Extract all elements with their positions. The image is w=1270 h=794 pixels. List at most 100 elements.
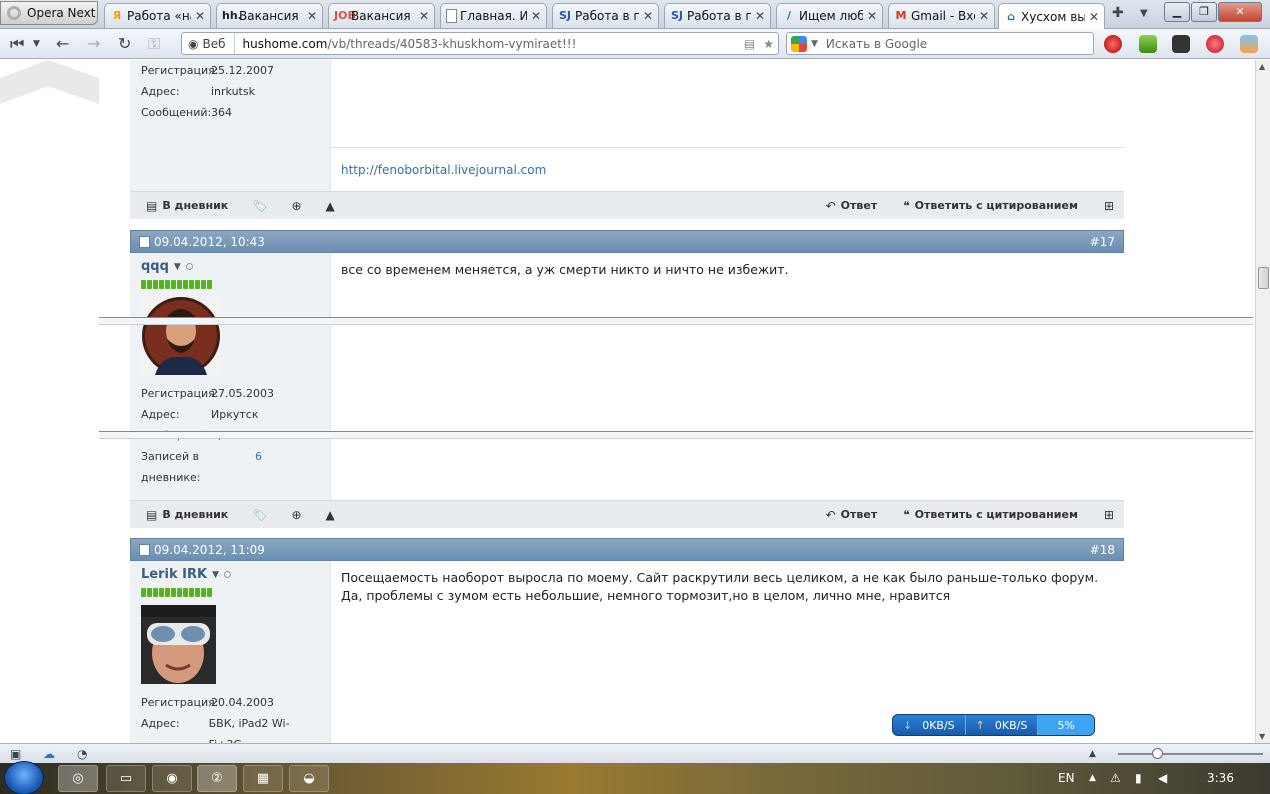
- tab-label: Работа в го...: [575, 9, 639, 23]
- forward-icon[interactable]: →: [87, 34, 100, 53]
- taskbar-explorer-button[interactable]: ▭: [106, 765, 146, 792]
- report-icon[interactable]: ▲: [326, 199, 335, 213]
- post-number-link[interactable]: #17: [1090, 235, 1115, 249]
- user-menu-caret-icon[interactable]: ▼: [174, 262, 181, 272]
- zoom-menu-icon[interactable]: ▲: [1089, 749, 1096, 759]
- signature-link[interactable]: http://fenoborbital.livejournal.com: [341, 161, 546, 179]
- multiquote-icon[interactable]: ⊞: [1104, 508, 1114, 522]
- tab-4[interactable]: Главная. И... ✕: [440, 3, 547, 28]
- history-dropdown-icon[interactable]: ▼: [33, 39, 40, 49]
- language-indicator[interactable]: EN: [1058, 771, 1075, 785]
- adblock-icon[interactable]: [1104, 35, 1122, 53]
- address-mode[interactable]: ◉ Веб: [182, 33, 235, 54]
- username-link[interactable]: qqq ▼: [141, 259, 319, 274]
- reply-quote-button[interactable]: ❝ Ответить с цитированием: [903, 199, 1078, 213]
- panel-toggle-icon[interactable]: ▣: [10, 747, 21, 761]
- tab-close-icon[interactable]: ✕: [643, 9, 653, 23]
- search-field[interactable]: ▼ Искать в Google: [786, 32, 1094, 55]
- tab-close-icon[interactable]: ✕: [195, 9, 205, 23]
- scroll-up-arrow-icon[interactable]: ▲: [1259, 62, 1265, 71]
- opera-icon: ◎: [72, 771, 84, 786]
- reload-icon[interactable]: ↻: [118, 34, 131, 53]
- back-icon[interactable]: ←: [56, 34, 69, 53]
- start-button[interactable]: [4, 761, 44, 794]
- minimize-button[interactable]: ▁: [1164, 2, 1190, 22]
- tab-9[interactable]: ⌂ Хусхом вы... ✕: [998, 3, 1105, 29]
- speed-dial-icon[interactable]: ◔: [77, 747, 87, 761]
- user-reg-row: Регистрация: 27.05.2003: [141, 383, 319, 404]
- taskbar-app-button-2[interactable]: ◒: [289, 765, 329, 792]
- address-field[interactable]: ◉ Веб hushome.com/vb/threads/40583-khusk…: [181, 32, 779, 55]
- opera-menu-button[interactable]: Opera Next: [0, 1, 98, 25]
- view-icon[interactable]: ⊕: [291, 508, 301, 522]
- view-icon[interactable]: ⊕: [291, 199, 301, 213]
- reputation-bar: [141, 280, 319, 289]
- taskbar-calculator-button[interactable]: ▦: [243, 765, 283, 792]
- tab-close-icon[interactable]: ✕: [979, 9, 989, 23]
- address-text[interactable]: hushome.com/vb/threads/40583-khuskhom-vy…: [235, 37, 740, 51]
- vertical-scrollbar[interactable]: ▲ ▼: [1255, 60, 1270, 743]
- tab-close-icon[interactable]: ✕: [1089, 10, 1099, 24]
- first-page-icon[interactable]: ⏮: [10, 34, 24, 54]
- diary-count-link[interactable]: 6: [255, 446, 262, 488]
- scroll-down-arrow-icon[interactable]: ▼: [1259, 732, 1265, 741]
- toolbar-extension-icon[interactable]: [1240, 35, 1258, 53]
- user-menu-caret-icon[interactable]: ▼: [212, 570, 219, 580]
- network-signal-icon[interactable]: ▮: [1135, 771, 1142, 785]
- new-tab-icon[interactable]: ✚: [1112, 5, 1124, 21]
- tab-5[interactable]: SJ Работа в го... ✕: [552, 3, 659, 28]
- tab-label: Gmail - Вхо...: [911, 9, 975, 23]
- rss-icon[interactable]: ▤: [740, 37, 759, 51]
- key-icon[interactable]: ⚿: [148, 34, 160, 54]
- search-engine-dropdown-icon[interactable]: ▼: [811, 39, 818, 49]
- tray-expand-icon[interactable]: ▲: [1089, 773, 1096, 783]
- upload-speed: 0KB/S: [994, 718, 1028, 732]
- reputation-bar: [141, 588, 319, 597]
- tab-3[interactable]: JOBВакансия Р... ✕: [328, 3, 435, 28]
- taskbar-chrome-button[interactable]: ◉: [152, 765, 192, 792]
- reply-quote-button[interactable]: ❝ Ответить с цитированием: [903, 508, 1078, 522]
- reply-button[interactable]: ↶ Ответ: [826, 508, 878, 522]
- tab-8[interactable]: M Gmail - Вхо... ✕: [888, 3, 995, 28]
- tab-2[interactable]: hh.Вакансия Р... ✕: [216, 3, 323, 28]
- close-window-button[interactable]: ✕: [1218, 2, 1262, 22]
- tag-icon[interactable]: 🏷: [252, 199, 267, 213]
- avatar[interactable]: [141, 297, 221, 375]
- report-icon[interactable]: ▲: [326, 508, 335, 522]
- bookmark-star-icon[interactable]: ★: [759, 37, 778, 51]
- tab-close-icon[interactable]: ✕: [419, 9, 429, 23]
- tab-close-icon[interactable]: ✕: [755, 9, 765, 23]
- tab-close-icon[interactable]: ✕: [531, 9, 541, 23]
- network-monitor-widget[interactable]: ↓ 0KB/S ↑ 0KB/S 5%: [892, 714, 1095, 736]
- tab-6[interactable]: SJ Работа в го... ✕: [664, 3, 771, 28]
- tab-list-icon[interactable]: ▼: [1140, 8, 1148, 19]
- tab-7[interactable]: / Ищем люб... ✕: [776, 3, 883, 28]
- scroll-thumb[interactable]: [1258, 267, 1269, 289]
- tab-1[interactable]: Я Работа «на... ✕: [104, 3, 211, 28]
- tab-close-icon[interactable]: ✕: [307, 9, 317, 23]
- download-icon[interactable]: [1139, 35, 1157, 53]
- avatar[interactable]: [141, 605, 216, 684]
- tag-icon[interactable]: 🏷: [252, 508, 267, 522]
- zoom-slider-knob[interactable]: [1152, 748, 1163, 759]
- tab-close-icon[interactable]: ✕: [867, 9, 877, 23]
- multiquote-icon[interactable]: ⊞: [1104, 199, 1114, 213]
- clock[interactable]: 3:36: [1207, 771, 1234, 785]
- username-link[interactable]: Lerik IRK ▼: [141, 567, 319, 582]
- maximize-button[interactable]: ❐: [1191, 2, 1217, 22]
- cloud-icon[interactable]: ☁: [43, 747, 55, 761]
- volume-icon[interactable]: ◀: [1158, 771, 1167, 785]
- zoom-slider-track[interactable]: [1118, 753, 1263, 755]
- overlay-line: [99, 317, 1253, 325]
- post-actions: ▤ В дневник 🏷 ⊕ ▲ ↶ Ответ ❝ Ответить с цити…: [130, 500, 1124, 528]
- reply-icon: ↶: [825, 507, 836, 522]
- taskbar-app-button[interactable]: ②: [197, 765, 237, 792]
- diary-button[interactable]: ▤ В дневник: [146, 199, 228, 213]
- reply-button[interactable]: ↶ Ответ: [826, 199, 878, 213]
- post-number-link[interactable]: #18: [1090, 543, 1115, 557]
- diary-button[interactable]: ▤ В дневник: [146, 508, 228, 522]
- taskbar-opera-button[interactable]: ◎: [58, 765, 98, 792]
- block-icon[interactable]: [1206, 35, 1224, 53]
- extension-icon[interactable]: [1172, 35, 1190, 53]
- tray-alert-icon[interactable]: ⚠: [1110, 771, 1121, 785]
